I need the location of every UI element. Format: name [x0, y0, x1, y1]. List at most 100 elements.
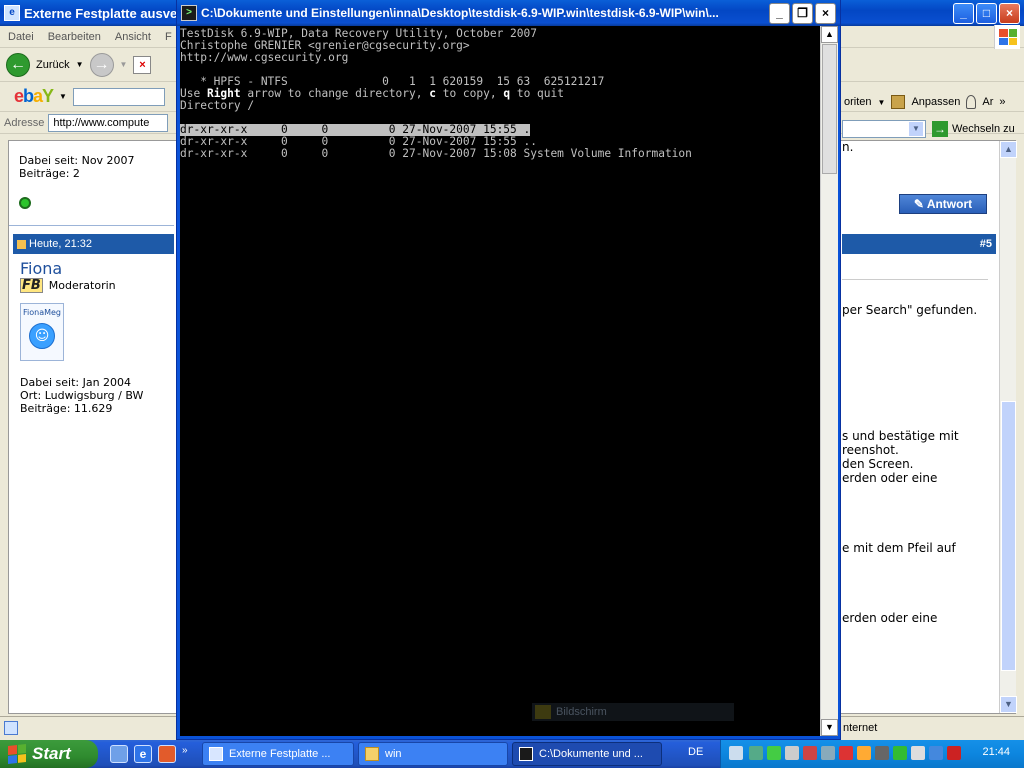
ebay-logo[interactable]: ebaY — [14, 86, 54, 107]
console-scrollbar[interactable]: ▲ ▼ — [820, 26, 838, 736]
chevron-down-icon[interactable]: ▼ — [909, 122, 923, 136]
tray-icon-shield[interactable] — [947, 746, 961, 760]
close-button[interactable]: × — [815, 3, 836, 24]
dropdown-arrow-icon[interactable]: ▼ — [120, 60, 128, 69]
text-fragment: e mit dem Pfeil auf — [842, 541, 956, 555]
console-window: > C:\Dokumente und Einstellungen\inna\De… — [176, 0, 841, 740]
directory-entry[interactable]: dr-xr-xr-x 0 0 0 27-Nov-2007 15:08 Syste… — [180, 148, 820, 160]
post-count: Beiträge: 11.629 — [20, 402, 113, 415]
tray-icon-sync[interactable] — [767, 746, 781, 760]
help-text: to copy, — [435, 87, 504, 100]
tray-icon-app[interactable] — [929, 746, 943, 760]
ar-fragment[interactable]: Ar — [982, 96, 993, 108]
dropdown-arrow-icon[interactable]: ▼ — [59, 92, 67, 101]
chevron-icon[interactable]: » — [182, 745, 200, 763]
maximize-button[interactable]: □ — [976, 3, 997, 24]
folder-icon — [365, 747, 379, 761]
text-fragment: s und bestätige mit — [842, 429, 959, 443]
system-tray: 21:44 — [720, 740, 1024, 768]
task-folder[interactable]: win — [358, 742, 508, 766]
minimize-button[interactable]: _ — [769, 3, 790, 24]
minimize-button[interactable]: _ — [953, 3, 974, 24]
tray-icon-device[interactable] — [875, 746, 889, 760]
divider — [9, 225, 174, 226]
text-fragment: n. — [842, 140, 854, 154]
chevron-icon[interactable]: » — [999, 96, 1005, 108]
back-label[interactable]: Zurück — [36, 59, 70, 71]
restore-button[interactable]: ❐ — [792, 3, 813, 24]
media-quicklaunch-icon[interactable] — [158, 745, 176, 763]
reply-button[interactable]: ✎ Antwort — [899, 194, 987, 214]
avatar-caption: FionaMeg — [22, 308, 61, 317]
ie-page-icon — [209, 747, 223, 761]
browser-title: Externe Festplatte ausve — [24, 5, 178, 21]
fb-badge-icon: FB — [20, 278, 43, 293]
stop-icon[interactable]: × — [133, 55, 152, 74]
tray-icon-monitor[interactable] — [729, 746, 743, 760]
customize-label[interactable]: Anpassen — [911, 96, 960, 108]
post-header-right: #5 — [842, 234, 996, 254]
tray-icon-update[interactable] — [857, 746, 871, 760]
clock[interactable]: 21:44 — [982, 746, 1010, 758]
language-indicator[interactable]: DE — [688, 746, 703, 758]
ie-quicklaunch-icon[interactable]: e — [134, 745, 152, 763]
dropdown-arrow-icon[interactable]: ▼ — [878, 98, 886, 107]
task-label: C:\Dokumente und ... — [539, 748, 643, 760]
menu-bearbeiten[interactable]: Bearbeiten — [48, 31, 101, 43]
username[interactable]: Fiona — [20, 261, 143, 277]
menu-datei[interactable]: Datei — [8, 31, 34, 43]
address-input[interactable]: http://www.compute — [48, 113, 169, 132]
scroll-thumb[interactable] — [822, 44, 837, 174]
go-label: Wechseln zu — [952, 123, 1015, 135]
address-label: Adresse — [4, 116, 45, 129]
ebay-search-input[interactable] — [72, 87, 165, 106]
tray-icon-green[interactable] — [893, 746, 907, 760]
close-button[interactable]: × — [999, 3, 1020, 24]
back-arrow-icon[interactable]: ← — [6, 52, 30, 77]
address-value: http://www.compute — [53, 116, 150, 129]
task-browser[interactable]: Externe Festplatte ... — [202, 742, 354, 766]
post-time: Heute, 21:32 — [29, 238, 92, 250]
tray-icon-alert[interactable] — [839, 746, 853, 760]
terminal-output[interactable]: TestDisk 6.9-WIP, Data Recovery Utility,… — [180, 26, 820, 736]
scroll-down-icon[interactable]: ▼ — [821, 719, 838, 736]
smiley-icon: ☺ — [29, 323, 55, 349]
ghost-tooltip: Bildschirm — [532, 703, 734, 721]
windows-logo-icon — [994, 25, 1020, 49]
post-number[interactable]: #5 — [980, 238, 992, 250]
screen-icon — [535, 705, 551, 719]
favorites-fragment[interactable]: oriten — [844, 96, 872, 108]
tray-icon-usb[interactable] — [911, 746, 925, 760]
forward-arrow-icon[interactable]: → — [89, 52, 114, 77]
show-desktop-icon[interactable] — [110, 745, 128, 763]
go-arrow-icon: → — [932, 121, 948, 137]
text-fragment: erden oder eine — [842, 471, 938, 485]
scroll-down-icon[interactable]: ▼ — [1000, 696, 1017, 713]
text-fragment: den Screen. — [842, 457, 914, 471]
dropdown-arrow-icon[interactable]: ▼ — [76, 60, 84, 69]
text-fragment: reenshot. — [842, 443, 899, 457]
task-console[interactable]: C:\Dokumente und ... — [512, 742, 662, 766]
post-header: Heute, 21:32 — [13, 234, 174, 254]
tray-icon-network[interactable] — [749, 746, 763, 760]
tray-icon-network2[interactable] — [821, 746, 835, 760]
start-button[interactable]: Start — [0, 740, 98, 768]
menu-favoriten[interactable]: F — [165, 31, 172, 43]
user-location: Ort: Ludwigsburg / BW — [20, 389, 144, 402]
prev-post-count: Beiträge: 2 — [19, 167, 80, 180]
address-dropdown[interactable]: ▼ — [842, 120, 926, 138]
post-icon — [17, 239, 26, 249]
tray-icon-security[interactable] — [803, 746, 817, 760]
prev-user-info: Dabei seit: Nov 2007 Beiträge: 2 — [19, 154, 135, 209]
tray-icon-speaker[interactable] — [785, 746, 799, 760]
menu-ansicht[interactable]: Ansicht — [115, 31, 151, 43]
console-title-bar[interactable]: > C:\Dokumente und Einstellungen\inna\De… — [177, 0, 840, 26]
go-button[interactable]: → Wechseln zu — [932, 121, 1015, 137]
zone-status: nternet — [843, 722, 878, 734]
help-line: Use Right arrow to change directory, c t… — [180, 88, 820, 100]
page-scrollbar[interactable]: ▲ ▼ — [999, 141, 1017, 713]
scroll-up-icon[interactable]: ▲ — [821, 26, 838, 43]
scroll-thumb[interactable] — [1001, 401, 1016, 671]
scroll-up-icon[interactable]: ▲ — [1000, 141, 1017, 158]
console-title: C:\Dokumente und Einstellungen\inna\Desk… — [201, 6, 719, 20]
